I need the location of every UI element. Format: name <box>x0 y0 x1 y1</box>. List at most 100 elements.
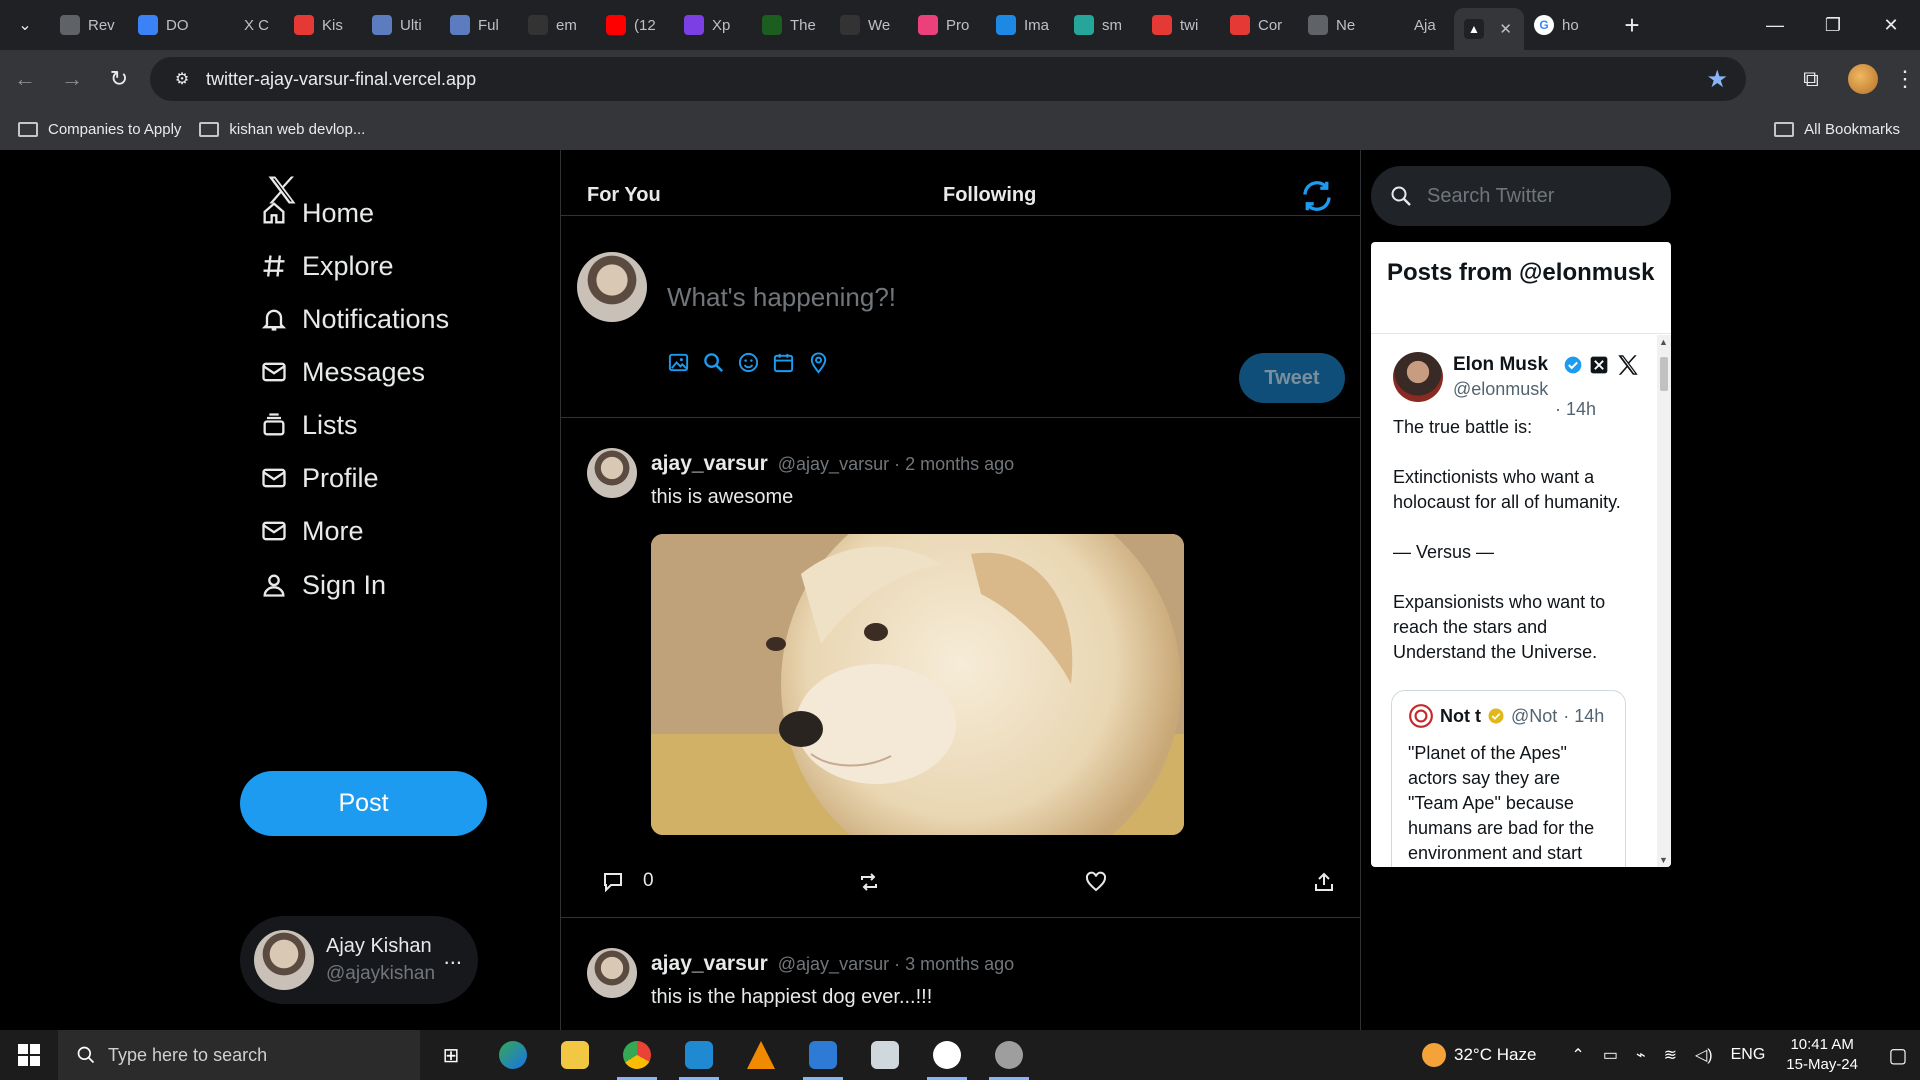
chrome-icon[interactable] <box>606 1030 668 1080</box>
nav-notifications[interactable]: Notifications <box>260 294 449 344</box>
browser-tab[interactable]: Pro <box>908 7 986 43</box>
x-logo-icon[interactable] <box>1615 352 1641 378</box>
tab-following[interactable]: Following <box>943 184 1036 207</box>
image-icon[interactable] <box>667 351 690 374</box>
share-icon[interactable] <box>1312 870 1336 894</box>
tab-search-chevron-icon[interactable]: ⌄ <box>0 0 50 50</box>
edge-icon[interactable] <box>482 1030 544 1080</box>
browser-tab[interactable]: Xp <box>674 7 752 43</box>
notification-icon[interactable]: ▢ <box>1876 1043 1920 1068</box>
tab-google[interactable]: G ho <box>1524 7 1602 43</box>
browser-tab[interactable]: em <box>518 7 596 43</box>
minimize-icon[interactable]: — <box>1746 0 1804 50</box>
nav-more[interactable]: More <box>260 506 364 556</box>
nav-messages[interactable]: Messages <box>260 347 425 397</box>
browser-tab[interactable]: twi <box>1142 7 1220 43</box>
reply-icon[interactable] <box>601 870 625 894</box>
avatar[interactable] <box>587 948 637 998</box>
photos-icon[interactable] <box>854 1030 916 1080</box>
bookmark-companies[interactable]: Companies to Apply <box>18 121 181 138</box>
scroll-down-icon[interactable]: ▼ <box>1659 855 1668 865</box>
browser-tab[interactable]: DO <box>128 7 206 43</box>
like-icon[interactable] <box>1084 870 1108 894</box>
nav-explore[interactable]: Explore <box>260 241 394 291</box>
quoted-tweet[interactable]: Not t @Not · 14h "Planet of the Apes" ac… <box>1391 690 1626 867</box>
browser-tab[interactable]: Cor <box>1220 7 1298 43</box>
url-text[interactable]: twitter-ajay-varsur-final.vercel.app <box>206 69 476 90</box>
battery-icon[interactable]: ⌁ <box>1636 1045 1646 1065</box>
browser-tab[interactable]: We <box>830 7 908 43</box>
tweet-image[interactable] <box>651 534 1184 835</box>
browser-tab[interactable]: Kis <box>284 7 362 43</box>
back-icon[interactable]: ← <box>3 57 47 101</box>
vlc-icon[interactable] <box>730 1030 792 1080</box>
forward-icon[interactable]: → <box>50 57 94 101</box>
chevron-up-icon[interactable]: ⌃ <box>1571 1045 1584 1065</box>
network-icon[interactable]: ▭ <box>1603 1045 1618 1065</box>
browser-tab[interactable]: Ful <box>440 7 518 43</box>
composer-input[interactable]: What's happening?! <box>667 282 896 313</box>
browser-tab[interactable]: Aja <box>1376 7 1454 43</box>
menu-kebab-icon[interactable]: ⋮ <box>1890 66 1920 92</box>
browser-tab[interactable]: Rev <box>50 7 128 43</box>
nav-home[interactable]: Home <box>260 188 374 238</box>
calendar-icon[interactable] <box>772 351 795 374</box>
taskbar-search[interactable]: Type here to search <box>58 1030 420 1080</box>
location-icon[interactable] <box>807 351 830 374</box>
search-input[interactable]: Search Twitter <box>1371 166 1671 226</box>
browser-tab[interactable]: X C <box>206 7 284 43</box>
tweet[interactable]: ajay_varsur @ajay_varsur · 3 months ago … <box>561 918 1360 1030</box>
avatar[interactable] <box>587 448 637 498</box>
profile-avatar[interactable] <box>1848 64 1878 94</box>
new-tab-button[interactable]: + <box>1612 7 1652 43</box>
browser-tab[interactable]: (12 <box>596 7 674 43</box>
nav-profile[interactable]: Profile <box>260 453 379 503</box>
site-info-icon[interactable]: ⚙ <box>162 69 202 89</box>
browser-tab[interactable]: The <box>752 7 830 43</box>
vscode-icon[interactable] <box>668 1030 730 1080</box>
address-bar[interactable]: ⚙ twitter-ajay-varsur-final.vercel.app ★ <box>150 57 1746 101</box>
embed-author-name[interactable]: Elon Musk <box>1453 352 1563 377</box>
task-view-icon[interactable]: ⊞ <box>420 1030 482 1080</box>
tab-close-icon[interactable]: ✕ <box>1499 20 1512 38</box>
extensions-icon[interactable]: ⧉ <box>1786 66 1836 92</box>
tab-active[interactable]: ▲ ✕ <box>1454 8 1524 50</box>
nav-sign-in[interactable]: Sign In <box>260 560 386 610</box>
tweet-author-name[interactable]: ajay_varsur <box>651 452 768 476</box>
nav-lists[interactable]: Lists <box>260 400 358 450</box>
paint-icon[interactable] <box>978 1030 1040 1080</box>
wifi-icon[interactable]: ≋ <box>1664 1045 1677 1065</box>
embed-scrollbar[interactable]: ▲ ▼ <box>1657 335 1671 867</box>
post-button[interactable]: Post <box>240 771 487 836</box>
clock[interactable]: 10:41 AM 15-May-24 <box>1786 1035 1858 1075</box>
search-icon[interactable] <box>702 351 725 374</box>
bookmark-star-icon[interactable]: ★ <box>1706 65 1728 94</box>
volume-icon[interactable]: ◁) <box>1695 1045 1713 1065</box>
embed-author-handle[interactable]: @elonmusk <box>1453 377 1563 402</box>
tweet-button[interactable]: Tweet <box>1239 353 1345 403</box>
file-explorer-icon[interactable] <box>544 1030 606 1080</box>
mongodb-icon[interactable] <box>916 1030 978 1080</box>
tweet[interactable]: ajay_varsur @ajay_varsur · 2 months ago … <box>561 418 1360 918</box>
bookmark-kishan[interactable]: kishan web devlop... <box>199 121 365 138</box>
more-dots-icon[interactable]: ... <box>444 944 462 970</box>
browser-tab[interactable]: sm <box>1064 7 1142 43</box>
retweet-icon[interactable] <box>857 870 881 894</box>
browser-tab[interactable]: Ne <box>1298 7 1376 43</box>
emoji-icon[interactable] <box>737 351 760 374</box>
start-button[interactable] <box>0 1030 58 1080</box>
all-bookmarks[interactable]: All Bookmarks <box>1774 121 1900 138</box>
restore-icon[interactable]: ❐ <box>1804 0 1862 50</box>
tab-for-you[interactable]: For You <box>587 184 661 207</box>
avatar[interactable] <box>1393 352 1443 402</box>
refresh-icon[interactable] <box>1299 178 1335 214</box>
scroll-up-icon[interactable]: ▲ <box>1659 337 1668 347</box>
language-indicator[interactable]: ENG <box>1731 1046 1766 1064</box>
calculator-icon[interactable] <box>792 1030 854 1080</box>
account-switcher[interactable]: Ajay Kishan @ajaykishan ... <box>240 916 478 1004</box>
browser-tab[interactable]: Ulti <box>362 7 440 43</box>
embed-time[interactable]: · 14h <box>1555 399 1596 420</box>
close-window-icon[interactable]: ✕ <box>1862 0 1920 50</box>
tweet-author-name[interactable]: ajay_varsur <box>651 952 768 976</box>
browser-tab[interactable]: Ima <box>986 7 1064 43</box>
